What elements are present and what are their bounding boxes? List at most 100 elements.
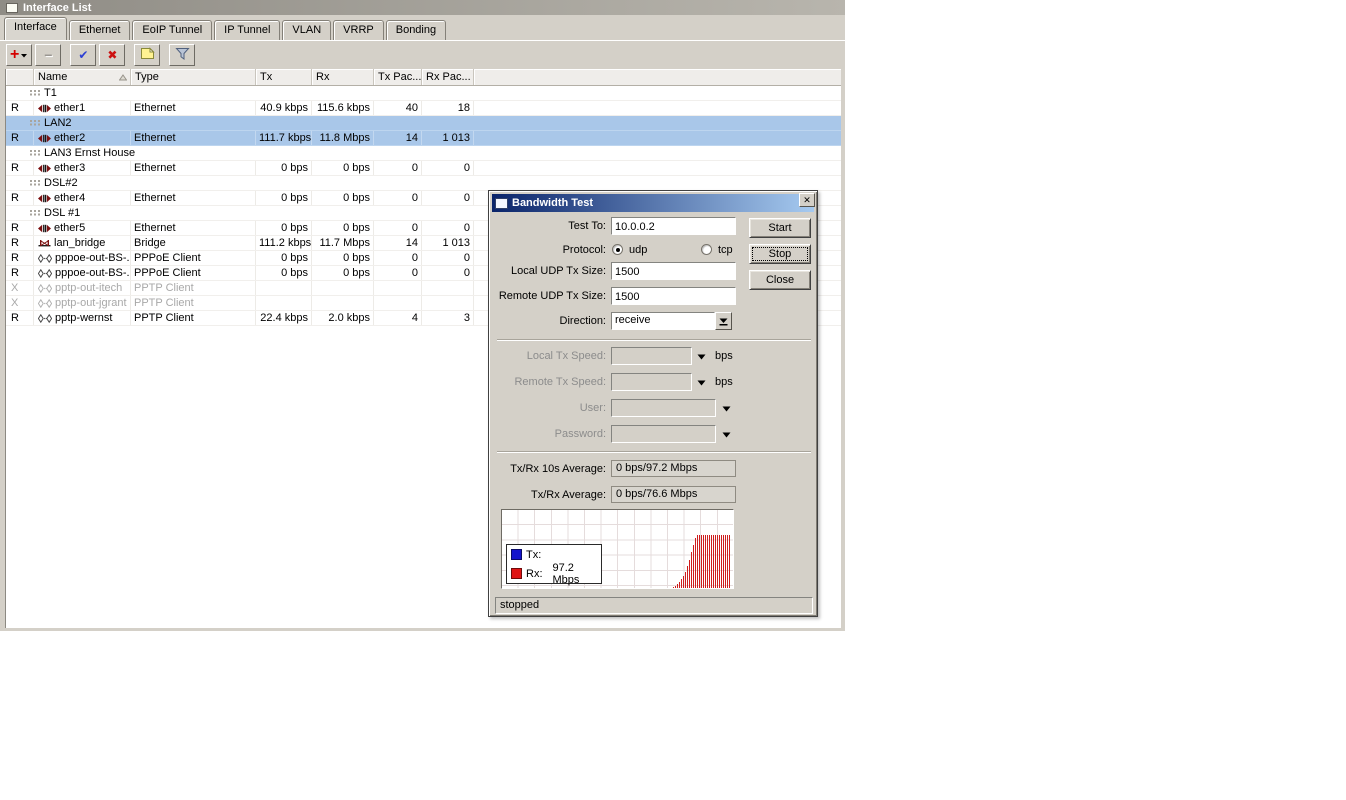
comment-dots-icon: [30, 209, 41, 217]
ethernet-icon: [38, 104, 51, 113]
bridge-icon: [38, 239, 51, 248]
interface-row-ether3[interactable]: Rether3 Ethernet 0 bps 0 bps 0 0: [6, 161, 841, 176]
interface-list-titlebar: Interface List: [0, 0, 845, 15]
password-label: Password:: [554, 428, 606, 440]
comment-dots-icon: [30, 89, 41, 97]
note-icon: [140, 47, 155, 63]
remote-tx-speed-dropdown-icon[interactable]: [697, 379, 706, 387]
tab-eoip-tunnel[interactable]: EoIP Tunnel: [132, 20, 213, 40]
ethernet-icon: [38, 164, 51, 173]
comment-row[interactable]: T1: [6, 86, 841, 101]
comment-dots-icon: [30, 119, 41, 127]
dialog-status-bar: stopped: [495, 597, 813, 614]
remote-udp-tx-size-input[interactable]: [611, 287, 736, 305]
dialog-icon: [495, 197, 508, 209]
window-title: Interface List: [23, 1, 92, 14]
local-udp-tx-size-input[interactable]: [611, 262, 736, 280]
column-header-tx-pac-[interactable]: Tx Pac...: [374, 69, 422, 85]
tab-ip-tunnel[interactable]: IP Tunnel: [214, 20, 281, 40]
close-icon[interactable]: ✕: [799, 193, 815, 207]
window-icon: [6, 2, 18, 13]
direction-dropdown-icon[interactable]: [715, 312, 732, 330]
remote-tx-speed-input: [611, 373, 692, 391]
tab-strip-divider: [0, 40, 845, 41]
dialog-title: Bandwidth Test: [512, 197, 594, 209]
tab-strip: Interface Ethernet EoIP Tunnel IP Tunnel VLA…: [4, 17, 447, 40]
ethernet-icon: [38, 194, 51, 203]
rx-legend-swatch: [511, 568, 522, 579]
table-header: Name Type Tx Rx Tx Pac... Rx Pac...: [6, 69, 841, 86]
rx-legend-value: 97.2 Mbps: [552, 561, 580, 586]
plus-icon: +: [10, 46, 20, 63]
column-header-rx-pac-[interactable]: Rx Pac...: [422, 69, 474, 85]
pppoe-icon: [38, 253, 52, 263]
remote-udp-tx-size-label: Remote UDP Tx Size:: [498, 290, 606, 302]
enable-button[interactable]: ✔: [70, 44, 97, 66]
direction-label: Direction:: [559, 315, 606, 327]
local-udp-tx-size-label: Local UDP Tx Size:: [511, 265, 606, 277]
tab-vrrp[interactable]: VRRP: [333, 20, 384, 40]
add-button[interactable]: +: [6, 44, 33, 66]
pptp-icon: [38, 283, 52, 293]
close-button[interactable]: Close: [749, 270, 811, 290]
tx-legend-swatch: [511, 549, 522, 560]
bandwidth-test-dialog: Bandwidth Test ✕ Test To: Protocol: udp …: [488, 190, 818, 617]
bandwidth-graph: Tx: Rx: 97.2 Mbps: [501, 509, 734, 589]
graph-legend: Tx: Rx: 97.2 Mbps: [506, 544, 602, 586]
user-dropdown-icon[interactable]: [722, 405, 731, 413]
rx-legend-label: Rx:: [526, 567, 543, 580]
tab-bonding[interactable]: Bonding: [385, 20, 447, 40]
column-header-tx[interactable]: Tx: [256, 69, 312, 85]
local-tx-speed-dropdown-icon[interactable]: [697, 353, 706, 361]
disable-button[interactable]: ✖: [99, 44, 126, 66]
column-header-type[interactable]: Type: [131, 69, 256, 85]
protocol-udp-radio[interactable]: [612, 244, 623, 255]
tx-rx-10s-average-value: 0 bps/97.2 Mbps: [611, 460, 736, 477]
column-header-flags[interactable]: [6, 69, 34, 85]
start-button[interactable]: Start: [749, 218, 811, 238]
section-divider: [497, 451, 811, 453]
local-tx-speed-label: Local Tx Speed:: [526, 350, 606, 362]
comment-dots-icon: [30, 179, 41, 187]
cross-icon: ✖: [107, 48, 118, 62]
tab-ethernet[interactable]: Ethernet: [68, 20, 131, 40]
section-divider: [497, 339, 811, 341]
user-label: User:: [579, 402, 606, 414]
test-to-input[interactable]: [611, 217, 736, 235]
ethernet-icon: [38, 134, 51, 143]
comment-row[interactable]: LAN3 Ernst House: [6, 146, 841, 161]
ethernet-icon: [38, 224, 51, 233]
comment-row[interactable]: LAN2: [6, 116, 841, 131]
toolbar: + − ✔ ✖: [6, 43, 198, 67]
minus-icon: −: [44, 47, 53, 63]
direction-select[interactable]: receive: [611, 312, 715, 330]
tab-interface[interactable]: Interface: [4, 17, 67, 40]
local-tx-speed-input: [611, 347, 692, 365]
tab-vlan[interactable]: VLAN: [282, 20, 332, 40]
protocol-udp-label: udp: [629, 244, 648, 256]
filter-button[interactable]: [169, 44, 196, 66]
local-tx-speed-unit: bps: [715, 350, 733, 362]
interface-row-ether1[interactable]: Rether1 Ethernet 40.9 kbps 115.6 kbps 40 18: [6, 101, 841, 116]
remote-tx-speed-unit: bps: [715, 376, 733, 388]
pptp-icon: [38, 313, 52, 323]
remote-tx-speed-label: Remote Tx Speed:: [514, 376, 606, 388]
chevron-down-icon: [21, 49, 28, 61]
tx-rx-average-label: Tx/Rx Average:: [531, 489, 606, 501]
column-header-rx[interactable]: Rx: [312, 69, 374, 85]
user-input: [611, 399, 716, 417]
comment-dots-icon: [30, 149, 41, 157]
funnel-icon: [175, 47, 190, 64]
comment-row[interactable]: DSL#2: [6, 176, 841, 191]
password-dropdown-icon[interactable]: [722, 431, 731, 439]
pptp-icon: [38, 298, 52, 308]
stop-button[interactable]: Stop: [749, 244, 811, 264]
dialog-titlebar: Bandwidth Test: [492, 194, 814, 212]
comment-button[interactable]: [134, 44, 161, 66]
column-header-name[interactable]: Name: [34, 69, 131, 85]
protocol-label: Protocol:: [562, 244, 606, 256]
protocol-tcp-radio[interactable]: [701, 244, 712, 255]
desktop: Interface List Interface Ethernet EoIP Tun…: [0, 0, 1346, 800]
interface-row-ether2[interactable]: Rether2 Ethernet 111.7 kbps 11.8 Mbps 14 1 01…: [6, 131, 841, 146]
password-input: [611, 425, 716, 443]
